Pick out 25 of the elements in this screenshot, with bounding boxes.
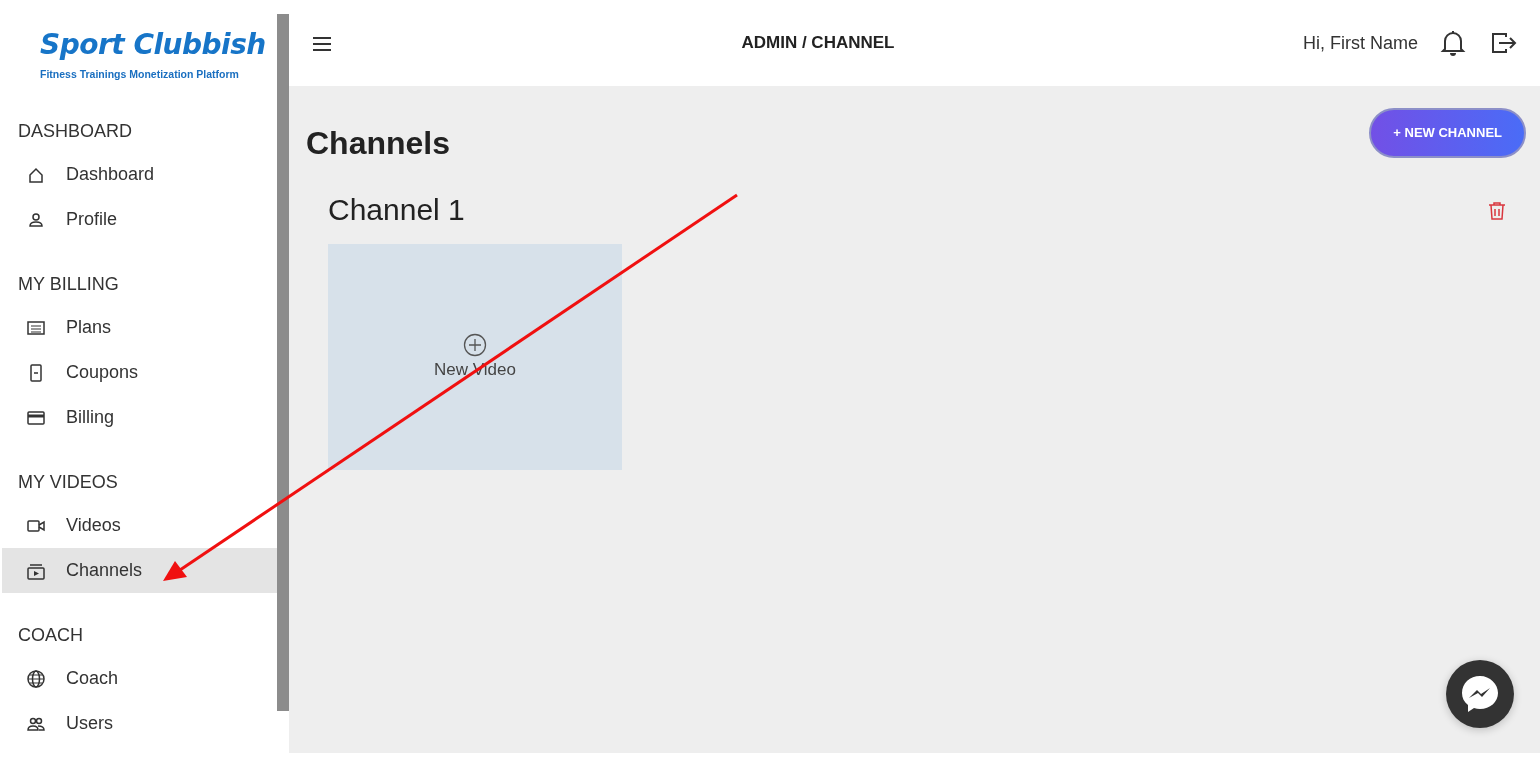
section-heading: DASHBOARD [17, 120, 134, 143]
logo-title: Sport Clubbish [40, 30, 266, 61]
sidebar-item[interactable]: Users [2, 701, 277, 746]
page-title: Channels [306, 124, 451, 163]
sidebar-item[interactable]: Plans [2, 305, 277, 350]
user-greeting: Hi, First Name [1303, 31, 1418, 55]
section-heading: COACH [17, 624, 84, 647]
section-heading: MY VIDEOS [17, 471, 119, 494]
section-heading: MY BILLING [17, 273, 120, 296]
add-circle-icon [463, 332, 487, 357]
sidebar-item[interactable]: Billing [2, 395, 277, 440]
sidebar-item[interactable]: Dashboard [2, 152, 277, 197]
notification-bell-icon[interactable] [1440, 29, 1466, 57]
sidebar-item[interactable]: Channels [2, 548, 277, 593]
new-channel-button[interactable]: + NEW CHANNEL [1369, 108, 1526, 158]
sidebar-item[interactable]: Profile [2, 197, 277, 242]
sidebar-item[interactable]: Videos [2, 503, 277, 548]
channel-name: Channel 1 [328, 192, 465, 229]
logo-tagline: Fitness Trainings Monetization Platform [40, 67, 239, 82]
sidebar-item[interactable]: Coach [2, 656, 277, 701]
logout-icon[interactable] [1490, 31, 1518, 55]
breadcrumb: ADMIN / CHANNEL [740, 32, 896, 55]
globe-icon [26, 668, 46, 689]
scrollbar[interactable] [277, 14, 289, 711]
sidebar-item[interactable]: Coupons [2, 350, 277, 395]
